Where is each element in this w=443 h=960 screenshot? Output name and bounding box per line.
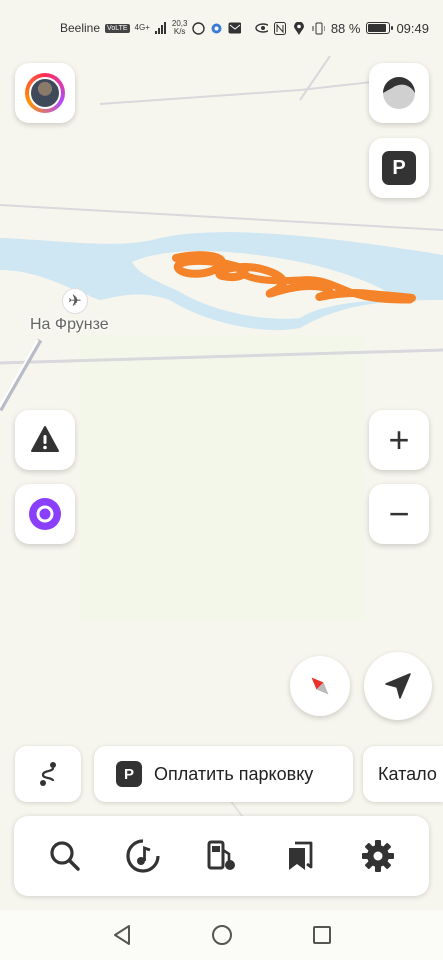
home-button[interactable]	[207, 920, 237, 950]
zoom-out-button[interactable]: −	[369, 484, 429, 544]
warning-icon	[31, 426, 59, 452]
signal-icon	[154, 22, 166, 34]
status-left: Beeline VoLTE 4G+ 20,3 K/s	[60, 20, 242, 36]
bookmarks-icon	[288, 841, 313, 870]
map-layers-button[interactable]	[369, 63, 429, 123]
locate-me-button[interactable]	[364, 652, 432, 720]
catalog-label: Катало	[378, 763, 437, 784]
eye-icon	[255, 22, 268, 35]
park-area	[80, 335, 365, 620]
compass-icon	[311, 677, 329, 695]
parking-icon: P	[116, 761, 142, 787]
plus-icon: +	[388, 419, 410, 460]
search-icon	[50, 841, 80, 871]
clock: 09:49	[396, 20, 429, 36]
system-nav-bar	[0, 910, 443, 960]
bookmarks-button[interactable]	[276, 832, 324, 880]
profile-button[interactable]	[15, 63, 75, 123]
speed-unit: K/s	[173, 27, 186, 36]
recents-icon	[312, 926, 331, 944]
music-icon	[126, 839, 160, 873]
zoom-in-button[interactable]: +	[369, 410, 429, 470]
status-bar: Beeline VoLTE 4G+ 20,3 K/s 88 % 09:49	[0, 0, 443, 56]
fuel-icon	[207, 840, 236, 870]
search-button[interactable]	[41, 832, 89, 880]
settings-icon	[361, 840, 394, 872]
airport-icon[interactable]: ✈	[62, 288, 88, 314]
avatar	[25, 73, 65, 113]
parking-icon: P	[382, 151, 416, 185]
navigate-arrow-icon	[385, 673, 411, 699]
network-type: 4G+	[134, 23, 150, 32]
home-icon	[211, 925, 232, 945]
battery-fill	[368, 24, 387, 32]
status-right: 88 % 09:49	[255, 21, 429, 36]
settings-button[interactable]	[354, 832, 402, 880]
road-alert-button[interactable]	[15, 410, 75, 470]
vibrate-icon	[312, 22, 325, 35]
battery-icon	[366, 22, 394, 34]
alice-icon	[29, 498, 61, 530]
catalog-chip[interactable]: Катало	[363, 746, 443, 802]
mail-icon	[228, 22, 242, 35]
speed-indicator: 20,3 K/s	[172, 20, 188, 36]
layers-icon	[383, 77, 415, 109]
avatar-photo	[29, 77, 61, 109]
pay-parking-chip[interactable]: P Оплатить парковку	[94, 746, 353, 802]
recents-button[interactable]	[307, 920, 337, 950]
nfc-icon	[274, 21, 287, 35]
place-label[interactable]: На Фрунзе	[30, 316, 109, 334]
back-icon	[113, 925, 130, 945]
carrier-label: Beeline	[60, 21, 101, 35]
route-icon	[40, 762, 56, 786]
compass-button[interactable]	[290, 656, 350, 716]
alice-assistant-button[interactable]	[15, 484, 75, 544]
app-icon	[210, 22, 223, 35]
back-button[interactable]	[107, 920, 137, 950]
route-button[interactable]	[15, 746, 81, 802]
minus-icon: −	[388, 493, 410, 534]
fuel-button[interactable]	[197, 832, 245, 880]
battery-percent: 88 %	[330, 20, 361, 36]
bottom-toolbar	[14, 816, 429, 896]
whatsapp-icon	[192, 21, 206, 35]
pay-parking-label: Оплатить парковку	[154, 763, 314, 784]
volte-badge: VoLTE	[105, 23, 130, 33]
location-icon	[293, 21, 306, 35]
music-button[interactable]	[119, 832, 167, 880]
parking-layer-button[interactable]: P	[369, 138, 429, 198]
